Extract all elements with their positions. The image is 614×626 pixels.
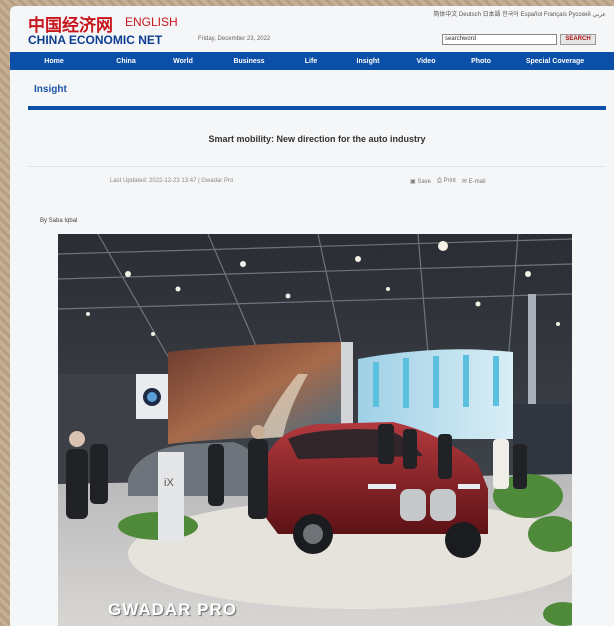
nav-item-insight[interactable]: Insight — [336, 58, 400, 65]
email-label: E-mail — [468, 179, 486, 185]
nav-item-video[interactable]: Video — [400, 58, 452, 65]
save-icon: ▣ — [410, 179, 416, 185]
auto-show-scene: iX — [58, 234, 572, 626]
print-label: Print — [443, 178, 456, 184]
search-input[interactable]: searchword — [442, 34, 557, 45]
nav-item-home[interactable]: Home — [10, 58, 98, 65]
print-icon: ⎙ — [437, 178, 442, 184]
site-header: 中国经济网 ENGLISH CHINA ECONOMIC NET Friday,… — [10, 6, 614, 52]
nav-item-business[interactable]: Business — [212, 58, 286, 65]
logo-subtitle[interactable]: CHINA ECONOMIC NET — [28, 33, 162, 47]
article-tools: ▣ Save ⎙ Print ✉ E-mail — [410, 178, 486, 185]
nav-item-world[interactable]: World — [154, 58, 212, 65]
article-updated: Last Updated: 2022-12-23 13:47 | Gwadar … — [110, 178, 234, 184]
section-title[interactable]: Insight — [34, 84, 67, 95]
booth-sign: iX — [164, 477, 174, 489]
article-headline: Smart mobility: New direction for the au… — [208, 134, 426, 144]
logo-english[interactable]: ENGLISH — [125, 15, 178, 29]
section-divider — [28, 106, 606, 110]
save-label: Save — [417, 179, 432, 185]
article-byline: By Saba Iqbal — [40, 218, 78, 224]
email-icon: ✉ — [461, 179, 467, 185]
nav-item-china[interactable]: China — [98, 58, 154, 65]
save-button[interactable]: ▣ Save — [410, 178, 431, 185]
print-button[interactable]: ⎙ Print — [437, 178, 456, 185]
search-button[interactable]: SEARCH — [560, 34, 596, 45]
photo-watermark: GWADAR PRO — [108, 600, 237, 619]
web-page: 中国经济网 ENGLISH CHINA ECONOMIC NET Friday,… — [10, 6, 614, 626]
language-links[interactable]: 简体中文 Deutsch 日本語 한국어 Español Français Ру… — [433, 9, 606, 18]
main-nav: Home China World Business Life Insight V… — [10, 52, 614, 70]
meta-divider — [28, 166, 606, 167]
nav-item-special-coverage[interactable]: Special Coverage — [510, 58, 600, 65]
nav-item-life[interactable]: Life — [286, 58, 336, 65]
nav-item-photo[interactable]: Photo — [452, 58, 510, 65]
email-button[interactable]: ✉ E-mail — [462, 178, 486, 185]
article-photo: iX GWADAR PRO — [58, 234, 572, 626]
current-date: Friday, December 23, 2022 — [198, 36, 271, 42]
